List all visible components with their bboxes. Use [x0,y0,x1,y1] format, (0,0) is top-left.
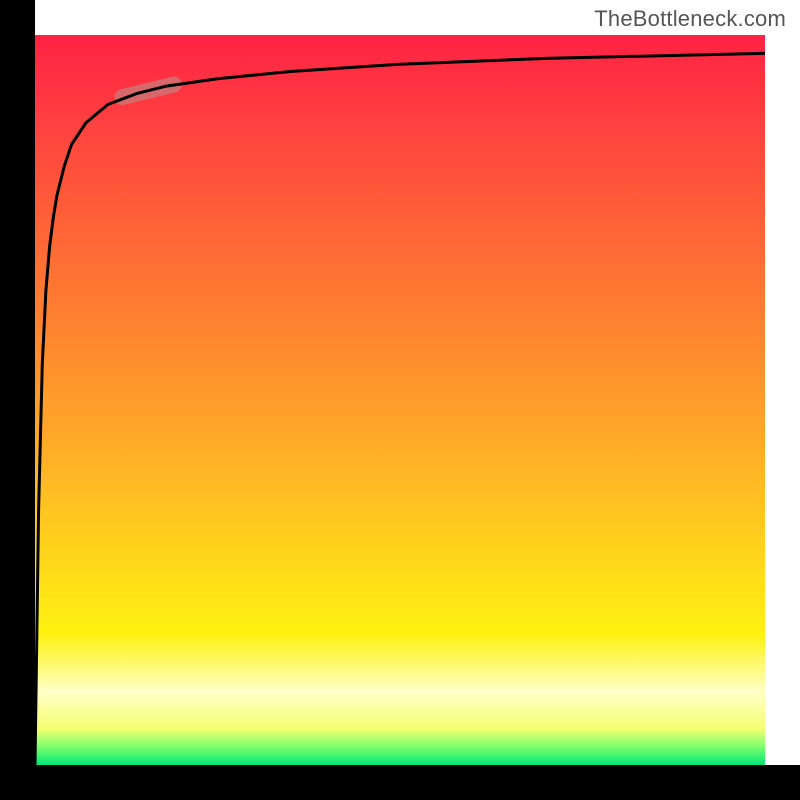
watermark-text: TheBottleneck.com [594,6,786,32]
axis-left-border [0,0,35,800]
bottleneck-curve [35,53,765,765]
chart-container: TheBottleneck.com [0,0,800,800]
axis-bottom-border [0,765,800,800]
plot-svg [35,35,765,765]
